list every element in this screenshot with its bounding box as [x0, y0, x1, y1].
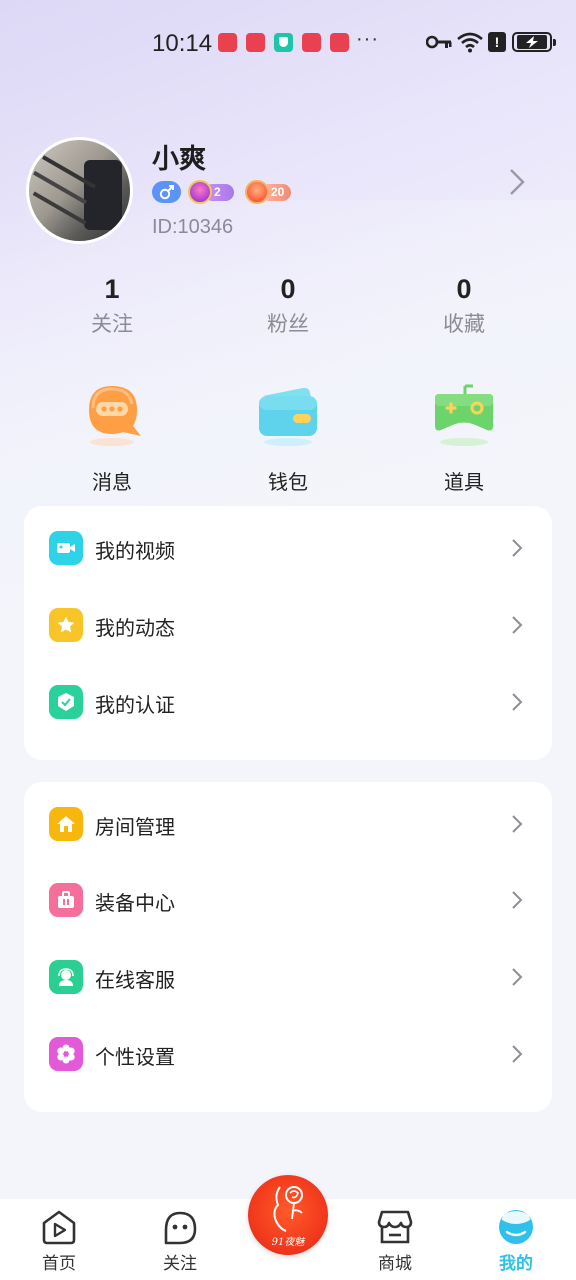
nav-label: 关注 [163, 1254, 197, 1273]
app-notification-icon [302, 33, 321, 52]
menu-item-label: 装备中心 [95, 893, 175, 915]
user-id: ID:10346 [152, 216, 234, 238]
quick-label: 道具 [444, 472, 484, 494]
male-gender-icon [152, 181, 181, 203]
menu-item-label: 我的认证 [95, 695, 175, 717]
battery-charging-icon [512, 32, 556, 52]
profile-chevron-right-icon[interactable] [508, 168, 526, 196]
nav-tab-me[interactable]: 我的 [466, 1199, 566, 1280]
chevron-right-icon [512, 693, 523, 711]
chevron-right-icon [512, 539, 523, 557]
gear-flower-icon [49, 1037, 83, 1071]
status-bar: 10:14 ··· ! [0, 0, 576, 84]
chevron-right-icon [512, 1045, 523, 1063]
stat-value: 1 [104, 274, 120, 304]
flame-crown-icon [245, 180, 269, 204]
menu-item-label: 我的视频 [95, 541, 175, 563]
support-agent-icon [49, 960, 83, 994]
nav-label: 首页 [42, 1254, 76, 1273]
chat-bubble-icon [77, 380, 147, 450]
house-icon [49, 807, 83, 841]
menu-item-my-posts[interactable]: 我的动态 [24, 596, 552, 656]
stat-value: 0 [280, 274, 296, 304]
gamepad-icon [429, 380, 499, 450]
wifi-icon [457, 32, 483, 53]
chevron-right-icon [512, 616, 523, 634]
crown-gem-icon [188, 180, 212, 204]
stat-favorites[interactable]: 0 收藏 [404, 272, 524, 338]
app-notification-icon [246, 33, 265, 52]
smiley-face-icon [164, 1211, 197, 1245]
more-notifications-icon: ··· [356, 28, 379, 50]
stat-following[interactable]: 1 关注 [52, 272, 172, 338]
stat-value: 0 [456, 274, 472, 304]
menu-item-my-verification[interactable]: 我的认证 [24, 673, 552, 733]
menu-item-equipment-center[interactable]: 装备中心 [24, 871, 552, 931]
vpn-key-icon [426, 35, 452, 49]
menu-card-primary: 我的视频 我的动态 我的认证 [24, 506, 552, 760]
nav-label: 我的 [499, 1254, 533, 1273]
chevron-right-icon [512, 891, 523, 909]
avatar[interactable] [26, 137, 133, 244]
chevron-right-icon [512, 968, 523, 986]
menu-item-personal-settings[interactable]: 个性设置 [24, 1025, 552, 1085]
quick-label: 消息 [92, 472, 132, 494]
nav-tab-following[interactable]: 关注 [130, 1199, 230, 1280]
center-logo-text: 91夜魅 [271, 1237, 305, 1248]
stat-label: 粉丝 [267, 313, 309, 336]
menu-card-secondary: 房间管理 装备中心 在线客服 个性设置 [24, 782, 552, 1112]
quick-props[interactable]: 道具 [404, 380, 524, 495]
chevron-right-icon [512, 815, 523, 833]
menu-item-room-management[interactable]: 房间管理 [24, 795, 552, 855]
center-app-logo-button[interactable]: 91夜魅 [248, 1175, 328, 1255]
status-time: 10:14 [152, 30, 213, 57]
quick-messages[interactable]: 消息 [52, 380, 172, 495]
menu-item-label: 个性设置 [95, 1047, 175, 1069]
stat-label: 关注 [91, 313, 133, 336]
app-notification-icon [218, 33, 237, 52]
menu-item-online-support[interactable]: 在线客服 [24, 948, 552, 1008]
profile-bubble-icon [499, 1210, 533, 1244]
nav-tab-home[interactable]: 首页 [9, 1199, 109, 1280]
sim-alert-icon: ! [488, 32, 506, 52]
video-camera-icon [49, 531, 83, 565]
wallet-icon [253, 380, 323, 450]
nav-label: 商城 [378, 1254, 412, 1273]
store-icon [377, 1210, 413, 1244]
shield-check-icon [49, 685, 83, 719]
menu-item-label: 我的动态 [95, 618, 175, 640]
menu-item-label: 在线客服 [95, 970, 175, 992]
star-icon [49, 608, 83, 642]
quick-label: 钱包 [268, 472, 308, 494]
app-notification-icon [330, 33, 349, 52]
menu-item-my-videos[interactable]: 我的视频 [24, 519, 552, 579]
profile-name: 小爽 [152, 144, 206, 174]
security-notification-icon [274, 33, 293, 52]
quick-wallet[interactable]: 钱包 [228, 380, 348, 495]
nav-tab-store[interactable]: 商城 [345, 1199, 445, 1280]
rose-logo-icon [273, 1186, 303, 1232]
stat-label: 收藏 [443, 313, 485, 336]
briefcase-icon [49, 883, 83, 917]
stat-fans[interactable]: 0 粉丝 [228, 272, 348, 338]
menu-item-label: 房间管理 [95, 817, 175, 839]
home-play-icon [42, 1210, 76, 1245]
